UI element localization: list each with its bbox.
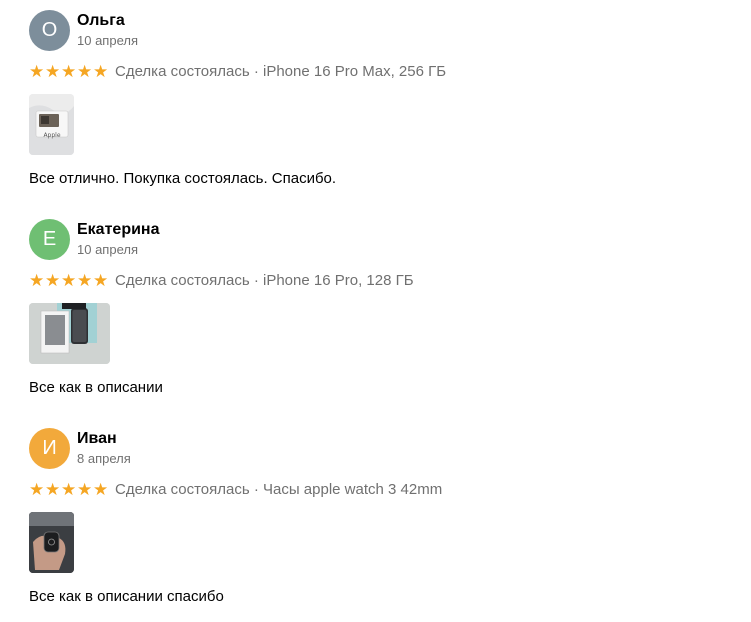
star-icon: ★ bbox=[45, 480, 61, 500]
avatar[interactable]: Е bbox=[29, 219, 70, 260]
review-text: Все как в описании bbox=[29, 379, 163, 396]
star-icon: ★ bbox=[45, 271, 61, 291]
review-date: 10 апреля bbox=[77, 242, 138, 257]
review-date: 10 апреля bbox=[77, 33, 138, 48]
star-icon: ★ bbox=[29, 480, 45, 500]
deal-info: Сделка состоялась · iPhone 16 Pro Max, 2… bbox=[115, 63, 447, 80]
photo-caption: Apple bbox=[43, 132, 60, 139]
watch-in-hand-photo bbox=[29, 512, 74, 573]
star-icon: ★ bbox=[29, 62, 45, 82]
star-rating: ★ ★ ★ ★ ★ bbox=[29, 271, 108, 291]
reviewer-name[interactable]: Иван bbox=[77, 429, 117, 449]
review-card: И Иван 8 апреля ★ ★ ★ ★ ★ Сделка состоял… bbox=[29, 428, 729, 607]
review-card: О Ольга 10 апреля ★ ★ ★ ★ ★ Сделка состо… bbox=[29, 10, 729, 189]
review-text: Все как в описании спасибо bbox=[29, 588, 224, 605]
star-icon: ★ bbox=[93, 62, 109, 82]
deal-info: Сделка состоялась · iPhone 16 Pro, 128 Г… bbox=[115, 272, 414, 289]
star-icon: ★ bbox=[61, 62, 77, 82]
rating-row: ★ ★ ★ ★ ★ Сделка состоялась · iPhone 16 … bbox=[29, 62, 729, 82]
avatar[interactable]: О bbox=[29, 10, 70, 51]
star-icon: ★ bbox=[45, 62, 61, 82]
star-icon: ★ bbox=[77, 480, 93, 500]
star-icon: ★ bbox=[93, 271, 109, 291]
star-rating: ★ ★ ★ ★ ★ bbox=[29, 62, 108, 82]
phone-box-photo: Apple bbox=[29, 94, 74, 155]
rating-row: ★ ★ ★ ★ ★ Сделка состоялась · iPhone 16 … bbox=[29, 271, 729, 291]
review-photo[interactable]: Apple bbox=[29, 94, 74, 155]
star-icon: ★ bbox=[77, 271, 93, 291]
avatar[interactable]: И bbox=[29, 428, 70, 469]
review-header: И Иван 8 апреля bbox=[29, 428, 729, 469]
review-header: О Ольга 10 апреля bbox=[29, 10, 729, 51]
rating-row: ★ ★ ★ ★ ★ Сделка состоялась · Часы apple… bbox=[29, 480, 729, 500]
star-icon: ★ bbox=[29, 271, 45, 291]
deal-info: Сделка состоялась · Часы apple watch 3 4… bbox=[115, 481, 443, 498]
review-date: 8 апреля bbox=[77, 451, 131, 466]
review-photo[interactable] bbox=[29, 303, 110, 364]
phone-and-box-photo bbox=[29, 303, 110, 364]
review-card: Е Екатерина 10 апреля ★ ★ ★ ★ ★ Сделка с… bbox=[29, 219, 729, 398]
review-header: Е Екатерина 10 апреля bbox=[29, 219, 729, 260]
review-photo[interactable] bbox=[29, 512, 74, 573]
star-icon: ★ bbox=[77, 62, 93, 82]
star-icon: ★ bbox=[93, 480, 109, 500]
star-rating: ★ ★ ★ ★ ★ bbox=[29, 480, 108, 500]
review-text: Все отлично. Покупка состоялась. Спасибо… bbox=[29, 170, 337, 187]
star-icon: ★ bbox=[61, 271, 77, 291]
reviewer-name[interactable]: Екатерина bbox=[77, 220, 159, 240]
reviewer-name[interactable]: Ольга bbox=[77, 11, 125, 31]
star-icon: ★ bbox=[61, 480, 77, 500]
